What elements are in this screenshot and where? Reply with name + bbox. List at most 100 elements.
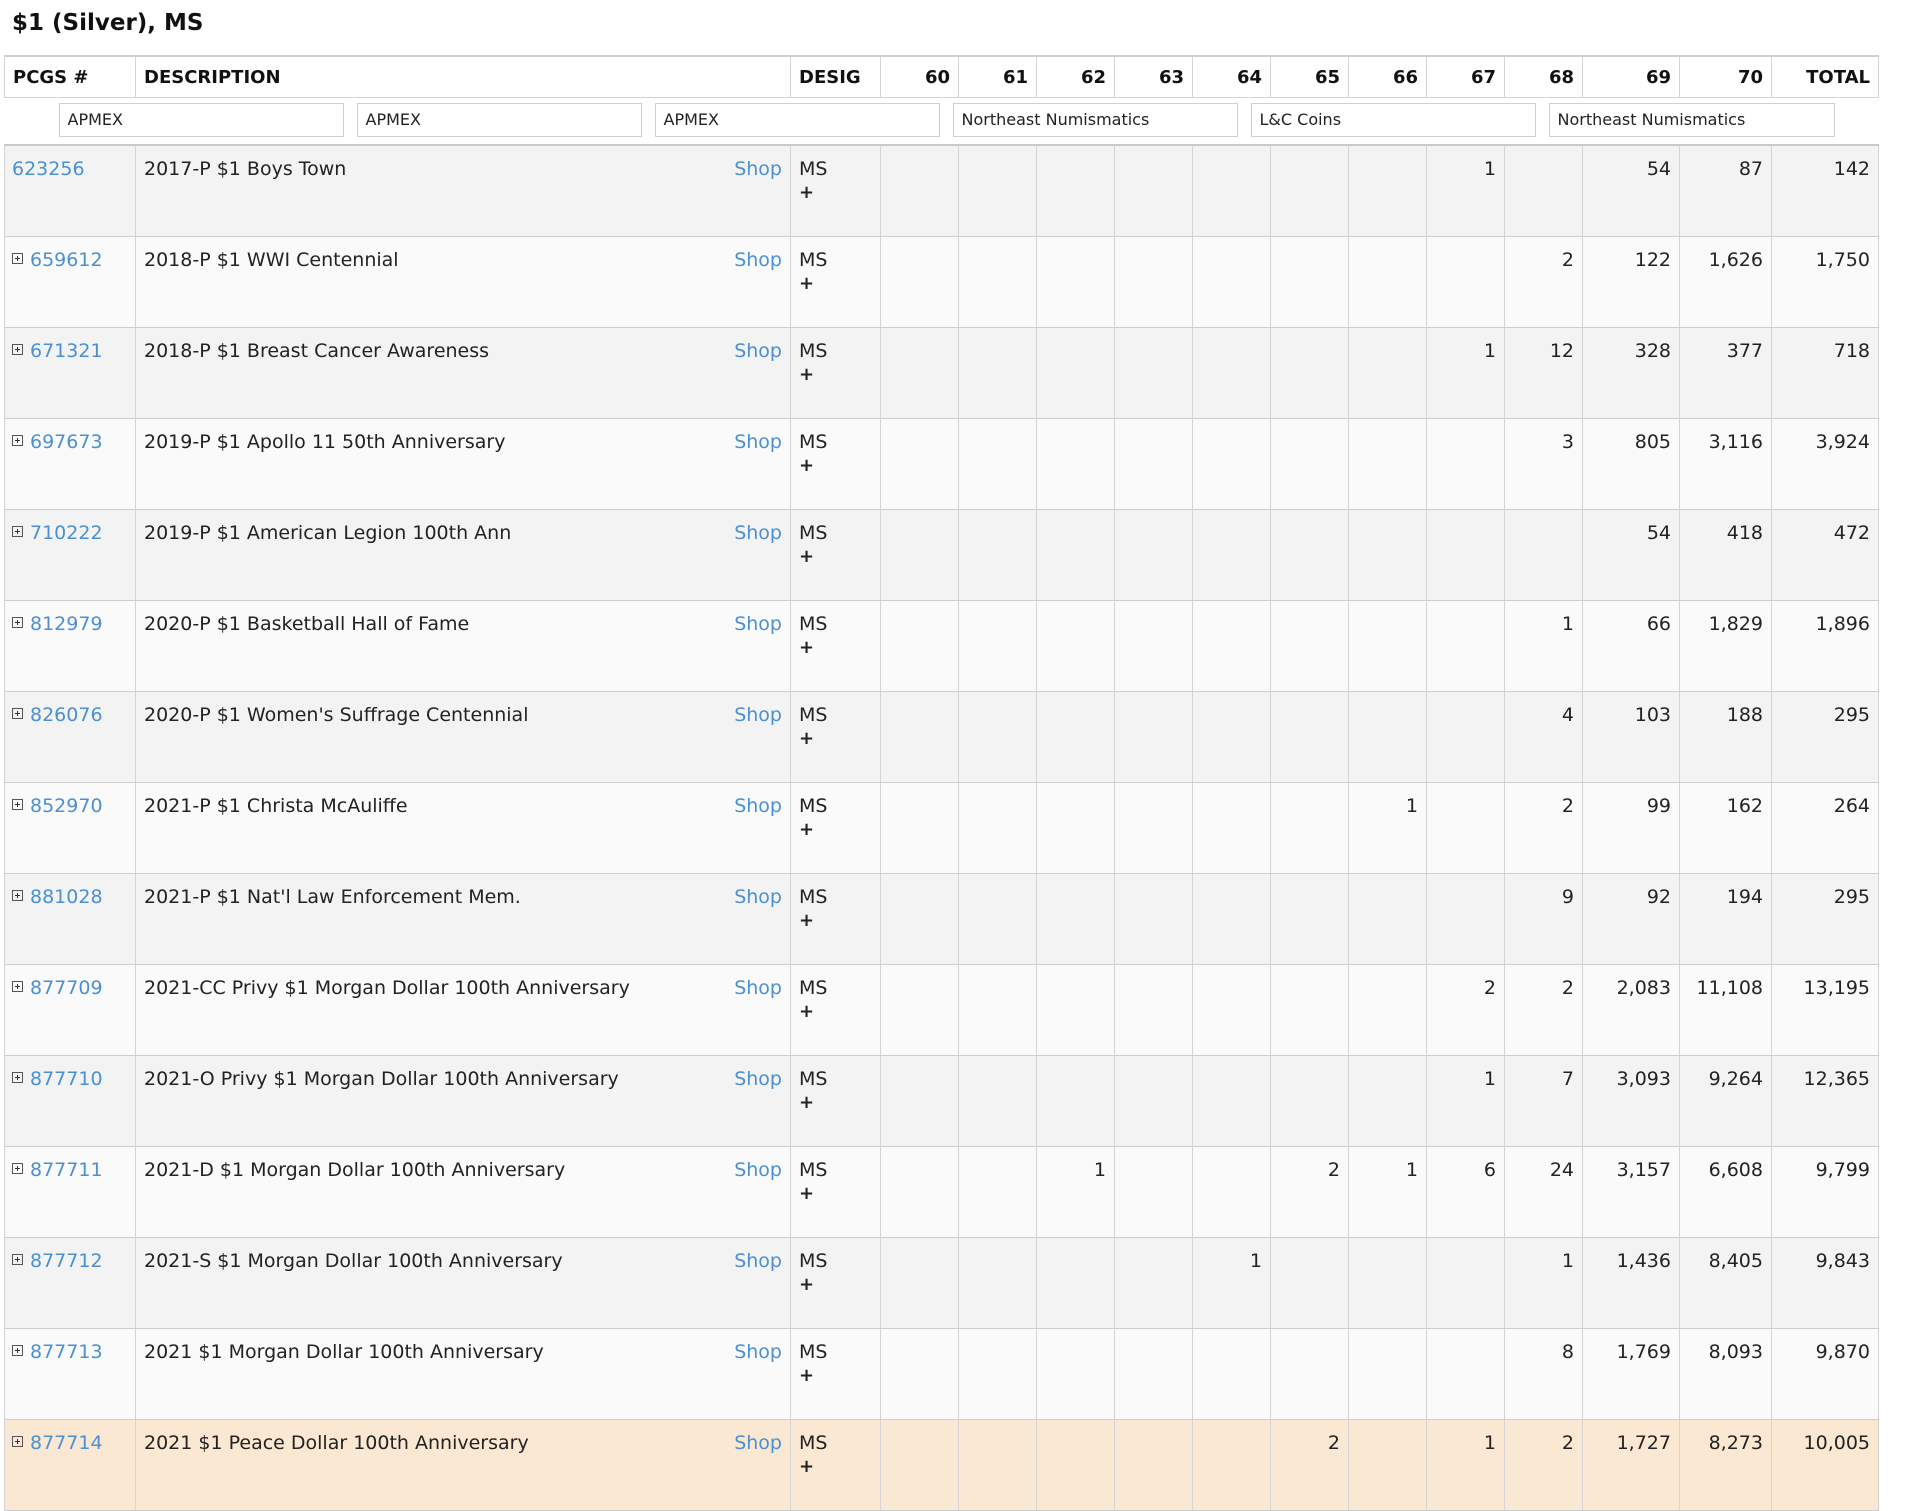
- dealer-ad-apmex-2[interactable]: APMEX: [356, 103, 642, 137]
- total-cell: 472: [1771, 509, 1879, 601]
- pcgs-number-link[interactable]: 877709: [30, 977, 103, 999]
- grade-68-cell: 2: [1504, 1419, 1583, 1511]
- plus-grade-toggle[interactable]: +: [799, 637, 872, 658]
- pcgs-number-link[interactable]: 623256: [12, 158, 85, 180]
- shop-link[interactable]: Shop: [734, 1250, 782, 1272]
- plus-grade-toggle[interactable]: +: [799, 1456, 872, 1477]
- dealer-ad-apmex-1[interactable]: APMEX: [58, 103, 344, 137]
- expand-plus-icon[interactable]: [12, 617, 23, 628]
- grade-68-cell: 4: [1504, 691, 1583, 783]
- pcgs-number-link[interactable]: 697673: [30, 431, 103, 453]
- grade-68-cell: 2: [1504, 782, 1583, 874]
- expand-plus-icon[interactable]: [12, 1436, 23, 1447]
- expand-plus-icon[interactable]: [12, 1072, 23, 1083]
- pcgs-number-link[interactable]: 877712: [30, 1250, 103, 1272]
- dealer-ad-northeast-2[interactable]: Northeast Numismatics: [1548, 103, 1835, 137]
- header-grade-63[interactable]: 63: [1114, 55, 1193, 98]
- shop-link[interactable]: Shop: [734, 795, 782, 817]
- grade-68-cell: 12: [1504, 327, 1583, 419]
- plus-grade-toggle[interactable]: +: [799, 819, 872, 840]
- pcgs-number-link[interactable]: 826076: [30, 704, 103, 726]
- expand-plus-icon[interactable]: [12, 253, 23, 264]
- plus-grade-toggle[interactable]: +: [799, 1183, 872, 1204]
- shop-link[interactable]: Shop: [734, 340, 782, 362]
- dealer-ad-apmex-3[interactable]: APMEX: [654, 103, 940, 137]
- shop-link[interactable]: Shop: [734, 522, 782, 544]
- shop-link[interactable]: Shop: [734, 158, 782, 180]
- header-grade-62[interactable]: 62: [1036, 55, 1115, 98]
- plus-grade-toggle[interactable]: +: [799, 182, 872, 203]
- shop-link[interactable]: Shop: [734, 1432, 782, 1454]
- pcgs-number-link[interactable]: 659612: [30, 249, 103, 271]
- header-total[interactable]: TOTAL: [1771, 55, 1879, 98]
- plus-grade-toggle[interactable]: +: [799, 455, 872, 476]
- header-grade-69[interactable]: 69: [1582, 55, 1680, 98]
- desig-cell: MS +: [790, 1146, 881, 1238]
- header-grade-60[interactable]: 60: [880, 55, 959, 98]
- expand-plus-icon[interactable]: [12, 1345, 23, 1356]
- pcgs-number-link[interactable]: 812979: [30, 613, 103, 635]
- expand-plus-icon[interactable]: [12, 890, 23, 901]
- expand-plus-icon[interactable]: [12, 526, 23, 537]
- desig-cell: MS +: [790, 1328, 881, 1420]
- grade-61-cell: [958, 509, 1037, 601]
- shop-link[interactable]: Shop: [734, 886, 782, 908]
- pcgs-number-link[interactable]: 710222: [30, 522, 103, 544]
- expand-plus-icon[interactable]: [12, 344, 23, 355]
- header-grade-67[interactable]: 67: [1426, 55, 1505, 98]
- plus-grade-toggle[interactable]: +: [799, 273, 872, 294]
- dealer-ad-northeast-1[interactable]: Northeast Numismatics: [952, 103, 1238, 137]
- header-grade-64[interactable]: 64: [1192, 55, 1271, 98]
- pcgs-number-link[interactable]: 852970: [30, 795, 103, 817]
- description-cell: 2020-P $1 Women's Suffrage Centennial Sho…: [135, 691, 791, 783]
- expand-plus-icon[interactable]: [12, 1163, 23, 1174]
- desig-value: MS: [799, 522, 828, 544]
- header-pcgs[interactable]: PCGS #: [4, 55, 136, 98]
- plus-grade-toggle[interactable]: +: [799, 1001, 872, 1022]
- table-row: 659612 2018-P $1 WWI Centennial Shop MS +2 12…: [4, 236, 1879, 328]
- pcgs-number-link[interactable]: 877710: [30, 1068, 103, 1090]
- shop-link[interactable]: Shop: [734, 1341, 782, 1363]
- grade-69-cell: 2,083: [1582, 964, 1680, 1056]
- shop-link[interactable]: Shop: [734, 1159, 782, 1181]
- shop-link[interactable]: Shop: [734, 613, 782, 635]
- expand-plus-icon[interactable]: [12, 981, 23, 992]
- shop-link[interactable]: Shop: [734, 977, 782, 999]
- pcgs-cell: 877714: [4, 1419, 136, 1511]
- expand-plus-icon[interactable]: [12, 799, 23, 810]
- table-row: 877711 2021-D $1 Morgan Dollar 100th Anni…: [4, 1146, 1879, 1238]
- grade-60-cell: [880, 1328, 959, 1420]
- grade-65-cell: [1270, 1055, 1349, 1147]
- shop-link[interactable]: Shop: [734, 1068, 782, 1090]
- grade-63-cell: [1114, 600, 1193, 692]
- header-grade-61[interactable]: 61: [958, 55, 1037, 98]
- pcgs-number-link[interactable]: 881028: [30, 886, 103, 908]
- plus-grade-toggle[interactable]: +: [799, 1092, 872, 1113]
- expand-plus-icon[interactable]: [12, 708, 23, 719]
- pcgs-number-link[interactable]: 877713: [30, 1341, 103, 1363]
- expand-plus-icon[interactable]: [12, 435, 23, 446]
- grade-66-cell: 1: [1348, 782, 1427, 874]
- desig-value: MS: [799, 1068, 828, 1090]
- plus-grade-toggle[interactable]: +: [799, 1365, 872, 1386]
- header-grade-66[interactable]: 66: [1348, 55, 1427, 98]
- plus-grade-toggle[interactable]: +: [799, 910, 872, 931]
- header-grade-70[interactable]: 70: [1679, 55, 1772, 98]
- header-grade-68[interactable]: 68: [1504, 55, 1583, 98]
- expand-plus-icon[interactable]: [12, 1254, 23, 1265]
- plus-grade-toggle[interactable]: +: [799, 728, 872, 749]
- description-cell: 2021-S $1 Morgan Dollar 100th Anniversar…: [135, 1237, 791, 1329]
- header-desig[interactable]: DESIG: [790, 55, 881, 98]
- dealer-ad-lc-coins[interactable]: L&C Coins: [1250, 103, 1536, 137]
- pcgs-number-link[interactable]: 877714: [30, 1432, 103, 1454]
- header-grade-65[interactable]: 65: [1270, 55, 1349, 98]
- shop-link[interactable]: Shop: [734, 704, 782, 726]
- plus-grade-toggle[interactable]: +: [799, 364, 872, 385]
- plus-grade-toggle[interactable]: +: [799, 1274, 872, 1295]
- shop-link[interactable]: Shop: [734, 249, 782, 271]
- pcgs-number-link[interactable]: 877711: [30, 1159, 103, 1181]
- header-description[interactable]: DESCRIPTION: [135, 55, 791, 98]
- shop-link[interactable]: Shop: [734, 431, 782, 453]
- pcgs-number-link[interactable]: 671321: [30, 340, 103, 362]
- plus-grade-toggle[interactable]: +: [799, 546, 872, 567]
